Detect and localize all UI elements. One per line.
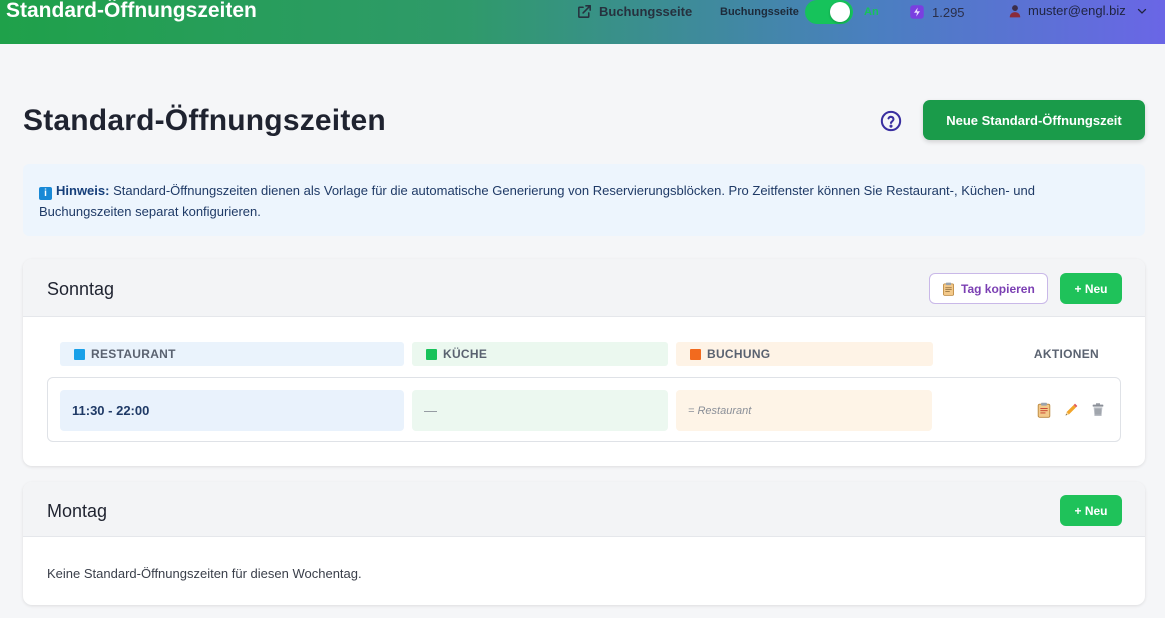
booking-page-toggle[interactable] [805, 0, 853, 24]
table-row: 11:30 - 22:00 — = Restaurant [47, 377, 1121, 442]
app-title: Standard-Öffnungszeiten [6, 0, 257, 22]
notice-label: Hinweis: [56, 183, 110, 198]
add-slot-button[interactable]: + Neu [1060, 273, 1122, 304]
column-header-restaurant: RESTAURANT [60, 342, 404, 366]
user-email: muster@engl.biz [1028, 3, 1126, 18]
booking-color-square [690, 348, 701, 360]
column-header-label: BUCHUNG [707, 347, 771, 361]
copy-day-label: Tag kopieren [961, 281, 1035, 296]
restaurant-color-square [74, 348, 85, 360]
booking-switch-label: Buchungsseite [720, 6, 799, 18]
user-icon [1009, 4, 1021, 17]
pencil-icon[interactable] [1063, 402, 1079, 418]
credits-value: 1.295 [932, 4, 965, 20]
info-notice: i Hinweis: Standard-Öffnungszeiten dienen… [23, 164, 1145, 236]
credits-icon [910, 5, 924, 19]
restaurant-time[interactable]: 11:30 - 22:00 [60, 390, 404, 431]
chevron-down-icon [1137, 8, 1146, 14]
top-bar: Standard-Öffnungszeiten Buchungsseite Bu… [0, 0, 1165, 44]
external-link-icon [578, 5, 591, 18]
new-standard-hours-button[interactable]: Neue Standard-Öffnungszeit [923, 100, 1145, 140]
toggle-knob [830, 2, 850, 22]
booking-switch-state: An [864, 6, 879, 18]
credits-display[interactable]: 1.295 [908, 3, 965, 21]
column-header-label: KÜCHE [443, 347, 488, 361]
day-card-header: Montag + Neu [23, 482, 1145, 537]
day-card-montag: Montag + Neu Keine Standard-Öffnungszeit… [23, 482, 1145, 605]
add-slot-button[interactable]: + Neu [1060, 495, 1122, 526]
clipboard-icon[interactable] [1036, 402, 1052, 418]
day-card-header: Sonntag Tag kopieren + Neu [23, 259, 1145, 317]
booking-page-link[interactable]: Buchungsseite [576, 3, 692, 20]
column-header-actions: AKTIONEN [953, 342, 1123, 366]
empty-state-text: Keine Standard-Öffnungszeiten für diesen… [47, 566, 362, 581]
column-header-label: AKTIONEN [1033, 347, 1099, 361]
column-headers: RESTAURANT KÜCHE BUCHUNG AKTIONEN [23, 342, 1145, 366]
day-title: Sonntag [47, 279, 115, 299]
booking-page-link-label: Buchungsseite [599, 4, 693, 19]
trash-icon[interactable] [1090, 402, 1106, 418]
page-title: Standard-Öffnungszeiten [23, 104, 386, 137]
kitchen-time[interactable]: — [412, 390, 668, 431]
column-header-booking: BUCHUNG [676, 342, 933, 366]
column-header-label: RESTAURANT [91, 347, 176, 361]
day-title: Montag [47, 501, 108, 521]
clipboard-icon [943, 282, 954, 296]
kitchen-color-square [426, 348, 437, 360]
day-card-sonntag: Sonntag Tag kopieren + Neu RESTAURANT KÜ… [23, 259, 1145, 466]
column-header-kitchen: KÜCHE [412, 342, 668, 366]
user-menu[interactable]: muster@engl.biz [1008, 3, 1148, 18]
help-icon[interactable] [880, 110, 902, 132]
booking-time[interactable]: = Restaurant [676, 390, 932, 431]
copy-day-button[interactable]: Tag kopieren [929, 273, 1048, 304]
info-icon: i [39, 187, 52, 200]
notice-text: Standard-Öffnungszeiten dienen als Vorla… [39, 183, 1035, 219]
